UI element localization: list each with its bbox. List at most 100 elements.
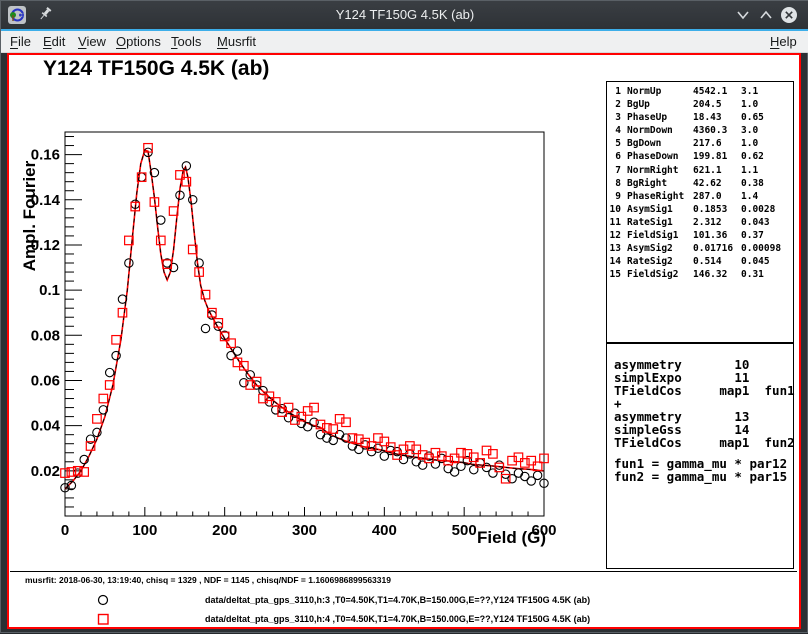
- param-number: 1: [607, 85, 621, 98]
- theory-line: TFieldCos map1 fun1: [614, 384, 793, 397]
- param-number: 10: [607, 203, 621, 216]
- param-value: 146.32: [693, 268, 727, 281]
- param-row: 14 RateSig2 0.514 0.045: [607, 255, 793, 268]
- data-marker-square: [374, 434, 383, 443]
- param-row: 9PhaseRight287.01.4: [607, 190, 793, 203]
- data-marker-circle: [489, 469, 497, 477]
- param-row: 13 AsymSig2 0.01716 0.00098: [607, 242, 793, 255]
- param-value: 0.1853: [693, 203, 727, 216]
- param-name: PhaseUp: [627, 111, 667, 124]
- param-name: NormRight: [627, 164, 678, 177]
- param-row: 8BgRight42.620.38: [607, 177, 793, 190]
- param-number: 8: [607, 177, 621, 190]
- y-tick-label: 0.06: [31, 372, 60, 389]
- legend-circle-marker: [99, 596, 108, 605]
- data-marker-circle: [112, 351, 120, 359]
- param-value: 287.0: [693, 190, 722, 203]
- data-marker-square: [406, 442, 415, 451]
- param-error: 1.0: [741, 98, 758, 111]
- data-marker-square: [342, 418, 351, 427]
- param-number: 4: [607, 124, 621, 137]
- param-error: 1.4: [741, 190, 758, 203]
- param-row: 7NormRight621.11.1: [607, 164, 793, 177]
- param-value: 42.62: [693, 177, 722, 190]
- param-number: 9: [607, 190, 621, 203]
- param-error: 0.62: [741, 150, 764, 163]
- param-number: 2: [607, 98, 621, 111]
- y-tick-label: 0.02: [31, 463, 60, 480]
- param-name: BgRight: [627, 177, 667, 190]
- data-marker-square: [489, 450, 498, 459]
- data-marker-square: [335, 415, 344, 424]
- param-name: NormUp: [627, 85, 661, 98]
- param-number: 11: [607, 216, 621, 229]
- param-value: 4360.3: [693, 124, 727, 137]
- fit-parameter-box[interactable]: 1NormUp4542.13.12BgUp204.51.03PhaseUp18.…: [606, 81, 794, 343]
- param-name: AsymSig1: [627, 203, 673, 216]
- param-value: 204.5: [693, 98, 722, 111]
- x-tick-label: 0: [61, 522, 69, 539]
- param-error: 0.37: [741, 229, 764, 242]
- param-error: 0.045: [741, 255, 770, 268]
- data-marker-square: [259, 394, 268, 403]
- param-value: 2.312: [693, 216, 722, 229]
- data-marker-square: [521, 459, 530, 468]
- data-marker-circle: [495, 461, 503, 469]
- param-row: 1NormUp4542.13.1: [607, 85, 793, 98]
- data-marker-circle: [201, 324, 209, 332]
- legend-entry-label: data/deltat_pta_gps_3110,h:3 ,T0=4.50K,T…: [205, 595, 590, 605]
- param-number: 15: [607, 268, 621, 281]
- application-window: Y124 TF150G 4.5K (ab) File Edit View Opt…: [0, 0, 808, 633]
- legend-square-marker: [99, 615, 109, 625]
- y-tick-label: 0.1: [39, 282, 60, 299]
- param-value: 101.36: [693, 229, 727, 242]
- param-row: 4NormDown4360.33.0: [607, 124, 793, 137]
- param-value: 621.1: [693, 164, 722, 177]
- param-name: BgUp: [627, 98, 650, 111]
- param-name: RateSig1: [627, 216, 673, 229]
- theory-box[interactable]: asymmetry 10simplExpo 11TFieldCos map1 f…: [606, 343, 794, 569]
- param-name: AsymSig2: [627, 242, 673, 255]
- data-marker-square: [514, 453, 523, 462]
- param-error: 0.0028: [741, 203, 775, 216]
- param-value: 199.81: [693, 150, 727, 163]
- param-number: 3: [607, 111, 621, 124]
- param-row: 6 PhaseDown 199.81 0.62: [607, 150, 793, 163]
- param-value: 0.01716: [693, 242, 733, 255]
- param-error: 0.043: [741, 216, 770, 229]
- param-row: 5BgDown217.61.0: [607, 137, 793, 150]
- theory-line: fun2 = gamma_mu * par15: [614, 470, 793, 483]
- x-tick-label: 200: [212, 522, 237, 539]
- param-name: FieldSig2: [627, 268, 678, 281]
- param-number: 7: [607, 164, 621, 177]
- param-value: 0.514: [693, 255, 722, 268]
- data-marker-square: [380, 437, 389, 446]
- y-tick-label: 0.08: [31, 327, 60, 344]
- param-number: 6: [607, 150, 621, 163]
- data-marker-square: [508, 456, 516, 465]
- param-value: 217.6: [693, 137, 722, 150]
- param-number: 13: [607, 242, 621, 255]
- param-error: 0.00098: [741, 242, 781, 255]
- x-tick-label: 100: [132, 522, 157, 539]
- data-marker-circle: [157, 216, 165, 224]
- param-name: FieldSig1: [627, 229, 678, 242]
- fit-status-line: musrfit: 2018-06-30, 13:19:40, chisq = 1…: [25, 575, 391, 585]
- data-marker-circle: [189, 196, 197, 204]
- param-name: PhaseDown: [627, 150, 678, 163]
- param-row: 15FieldSig2146.320.31: [607, 268, 793, 281]
- y-tick-label: 0.04: [31, 418, 61, 435]
- param-row: 12FieldSig1101.360.37: [607, 229, 793, 242]
- plot-title: Y124 TF150G 4.5K (ab): [43, 57, 269, 81]
- param-value: 4542.1: [693, 85, 727, 98]
- data-marker-circle: [335, 430, 343, 438]
- param-error: 0.65: [741, 111, 764, 124]
- param-row: 3PhaseUp18.430.65: [607, 111, 793, 124]
- param-error: 1.0: [741, 137, 758, 150]
- data-marker-square: [112, 336, 121, 345]
- param-number: 14: [607, 255, 621, 268]
- data-marker-circle: [444, 464, 452, 472]
- param-name: RateSig2: [627, 255, 673, 268]
- data-marker-square: [310, 403, 319, 412]
- data-marker-circle: [195, 259, 203, 267]
